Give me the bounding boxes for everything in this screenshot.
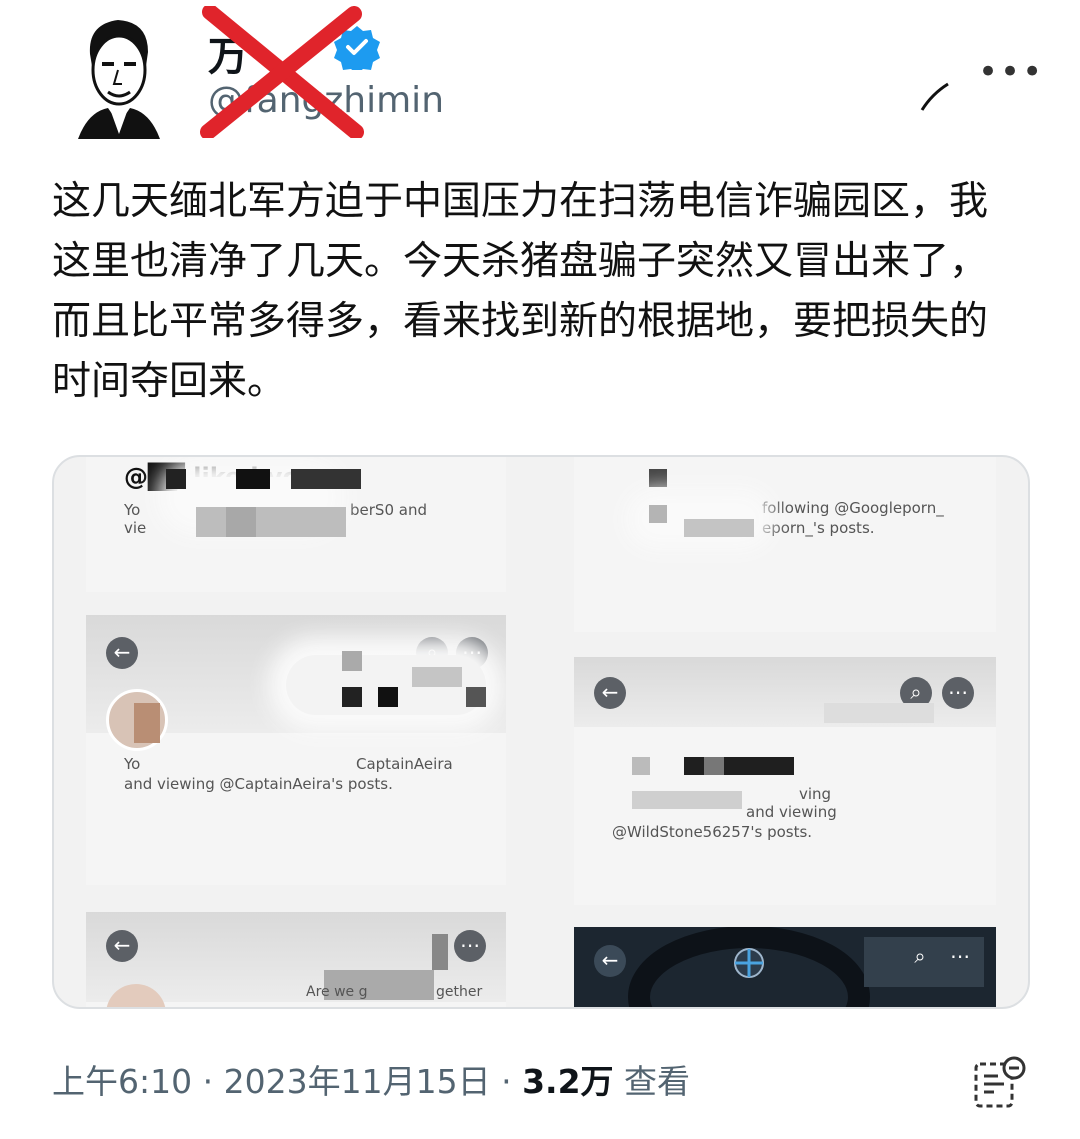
separator: · bbox=[501, 1062, 512, 1101]
panel-line: CaptainAeira bbox=[356, 755, 453, 773]
views-count[interactable]: 3.2万 bbox=[522, 1062, 613, 1101]
panel-line: and viewing bbox=[746, 803, 837, 821]
more-icon: ⋯ bbox=[454, 930, 486, 962]
tweet-time[interactable]: 上午6:10 bbox=[52, 1062, 192, 1101]
panel-line: Yo bbox=[124, 501, 141, 519]
steering-wheel-image bbox=[574, 927, 996, 1007]
screenshot-panel-following: following @Googleporn_ eporn_'s posts. bbox=[574, 457, 996, 632]
back-arrow-icon: ← bbox=[106, 930, 138, 962]
more-icon: ⋯ bbox=[950, 944, 970, 968]
back-arrow-icon: ← bbox=[106, 637, 138, 669]
analytics-icon[interactable] bbox=[972, 1054, 1028, 1110]
tweet-media-image[interactable]: @██ liked you Yo vie berS0 and following… bbox=[52, 455, 1030, 1009]
screenshot-panel-bottom-left: ← ⋯ Are we g gether bbox=[86, 912, 506, 1007]
separator: · bbox=[202, 1062, 214, 1101]
views-label[interactable]: 查看 bbox=[624, 1062, 690, 1101]
search-icon: ⌕ bbox=[914, 944, 926, 968]
back-arrow-icon: ← bbox=[594, 945, 626, 977]
panel-line: gether bbox=[436, 984, 483, 1000]
tweet-date[interactable]: 2023年11月15日 bbox=[224, 1062, 491, 1101]
panel-line: Yo bbox=[124, 755, 141, 773]
panel-line: Are we g bbox=[306, 984, 368, 1000]
panel-line: and viewing @CaptainAeira's posts. bbox=[124, 775, 393, 793]
screenshot-panel-captainaeira: ← ⌕ ⋯ Yo CaptainAeira and viewing @Capta… bbox=[86, 615, 506, 885]
screenshot-panel-liked-you: @██ liked you Yo vie berS0 and bbox=[86, 457, 506, 592]
panel-line: berS0 and bbox=[350, 501, 427, 519]
profile-avatar[interactable] bbox=[68, 14, 168, 139]
more-icon: ⋯ bbox=[942, 677, 974, 709]
panel-line: following @Googleporn_ bbox=[762, 499, 944, 517]
panel-line: ving bbox=[799, 785, 832, 803]
screenshot-panel-car-photo: ← ⌕ ⋯ bbox=[574, 927, 996, 1007]
tweet-meta: 上午6:10 · 2023年11月15日 · 3.2万 查看 bbox=[52, 1055, 690, 1103]
panel-line: vie bbox=[124, 519, 147, 537]
more-dots-icon[interactable]: ••• bbox=[978, 52, 1044, 92]
panel-line: eporn_'s posts. bbox=[762, 519, 875, 537]
red-cross-mark-icon bbox=[200, 6, 364, 138]
stroke-mark-icon bbox=[920, 82, 949, 111]
back-arrow-icon: ← bbox=[594, 677, 626, 709]
screenshot-panel-wildstone: ← ⌕ ⋯ ving and viewing @WildStone56257's… bbox=[574, 657, 996, 905]
panel-line: @WildStone56257's posts. bbox=[612, 823, 813, 841]
tweet-text: 这几天缅北军方迫于中国压力在扫荡电信诈骗园区，我这里也清净了几天。今天杀猪盘骗子… bbox=[52, 179, 989, 404]
